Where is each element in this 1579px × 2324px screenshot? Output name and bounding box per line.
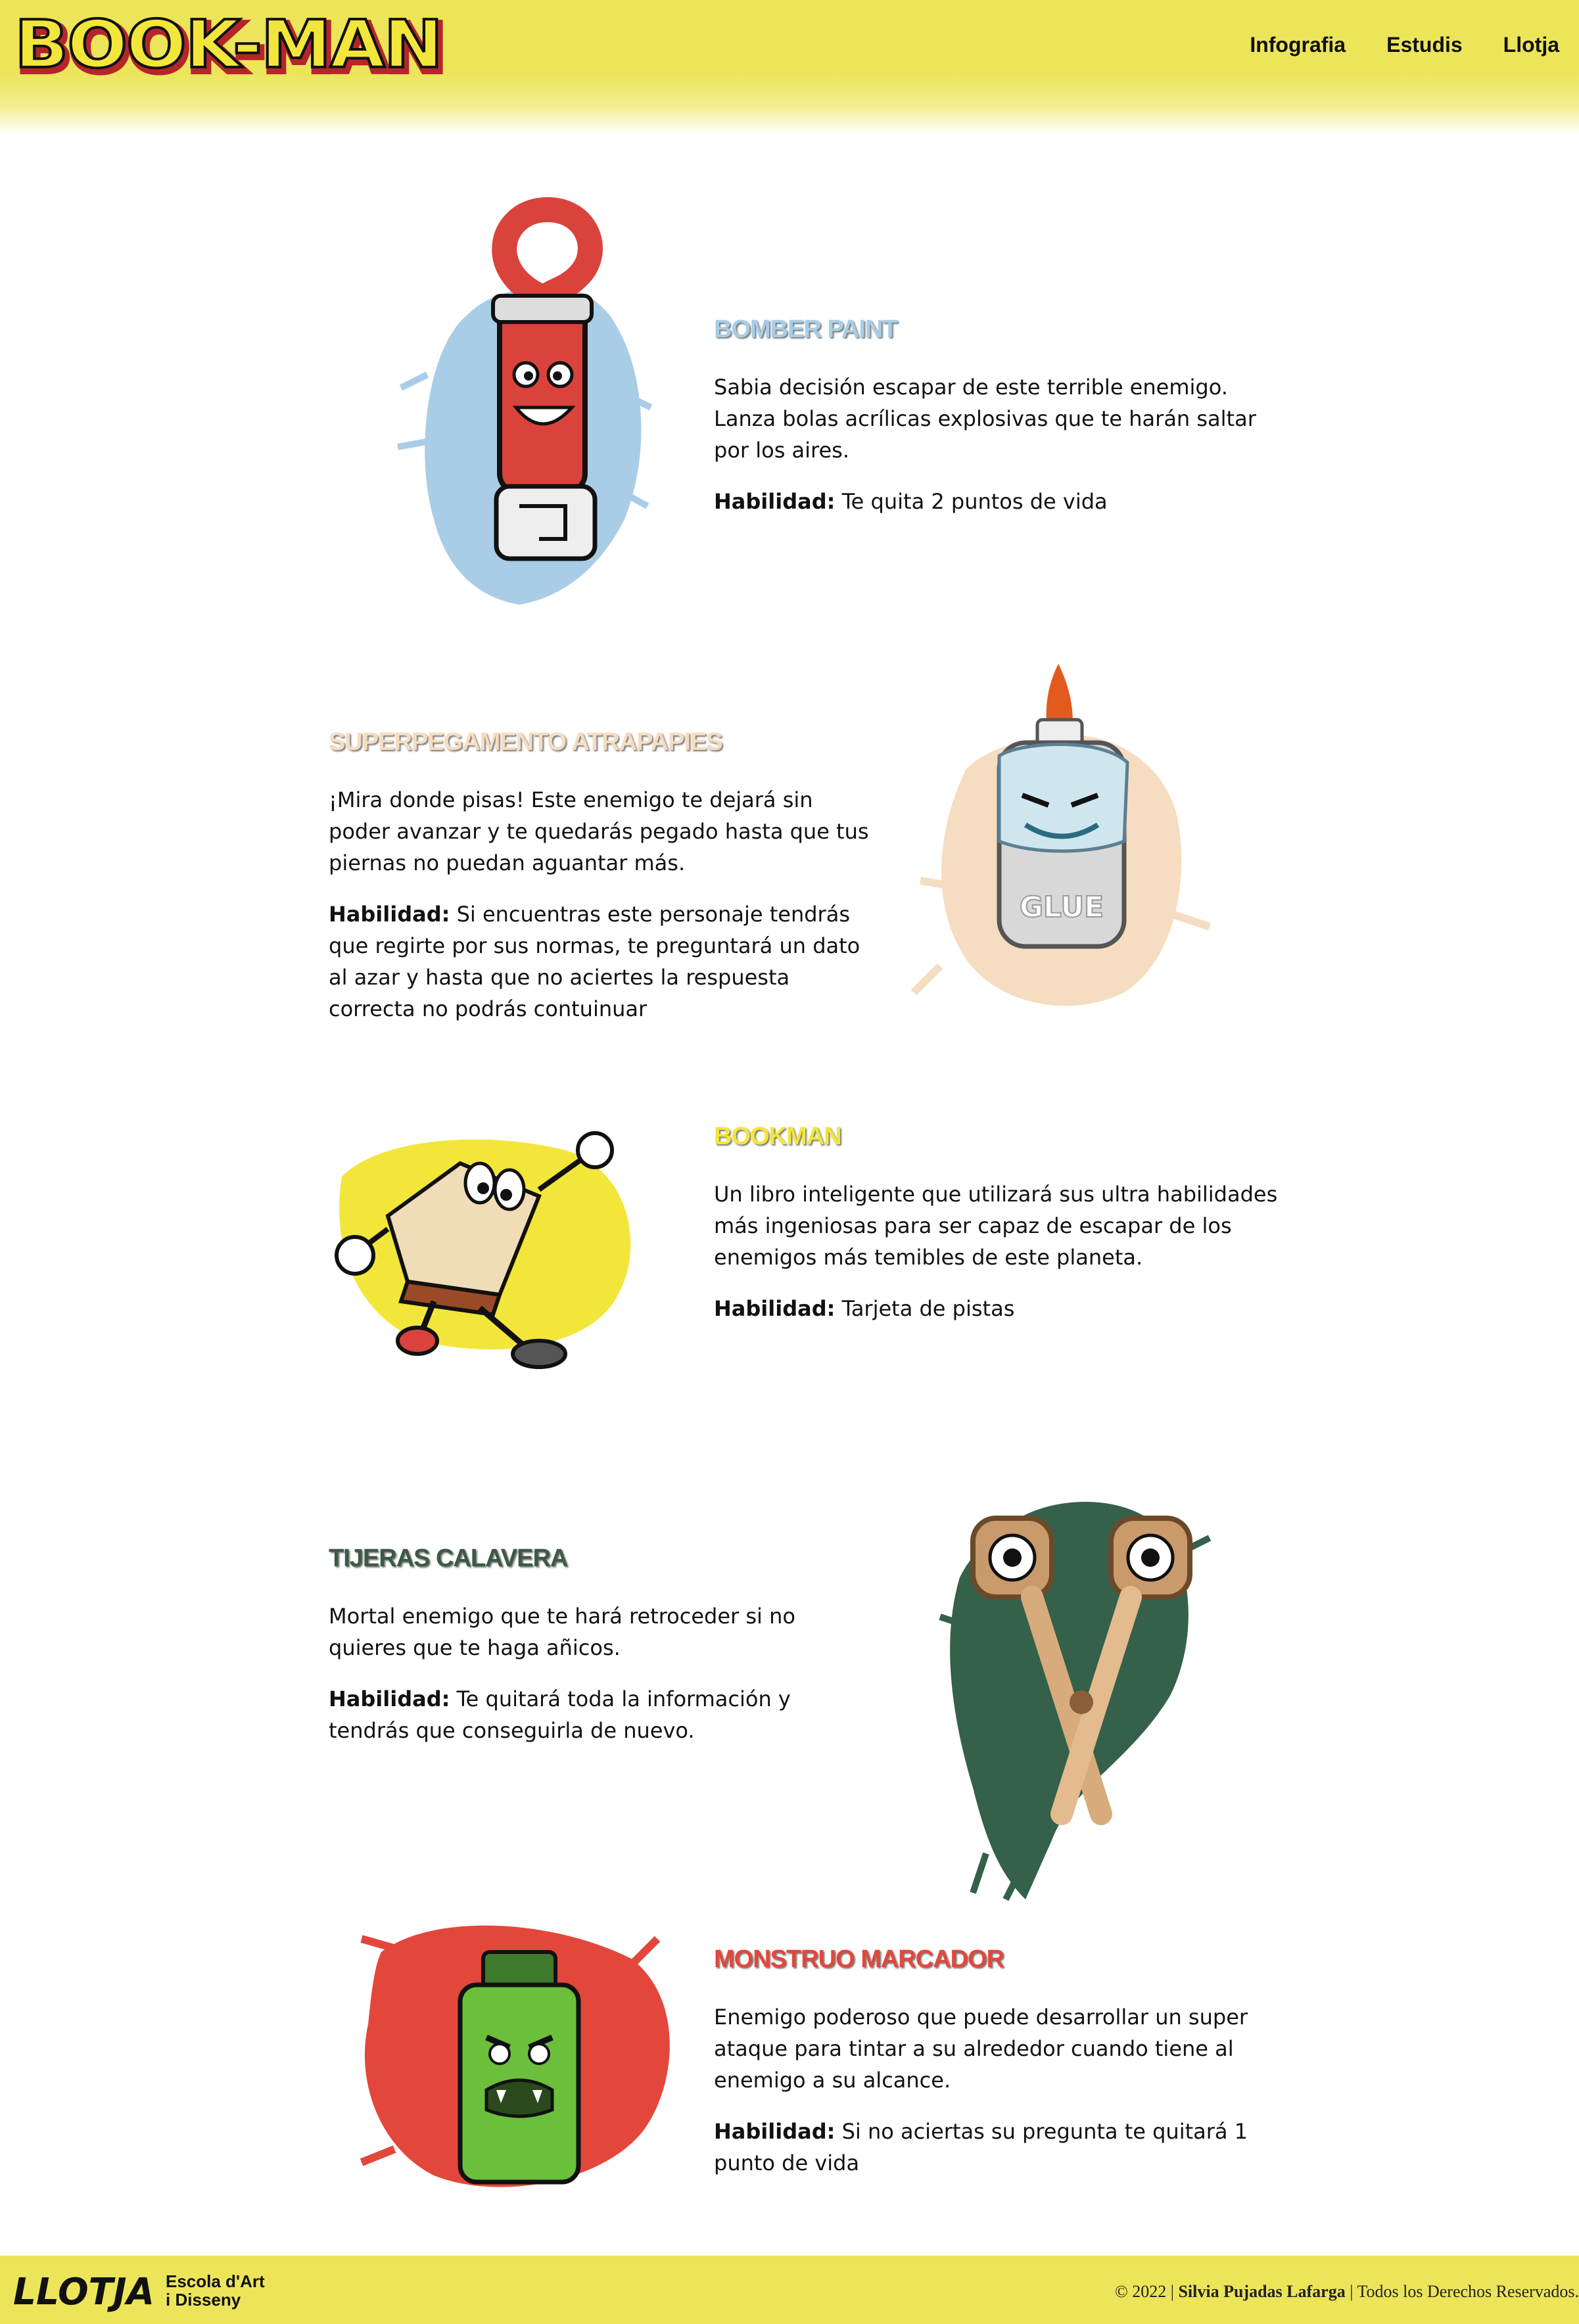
site-footer: LLOTJA Escola d'Art i Disseny © 2022 | S… (0, 2256, 1579, 2324)
character-tijeras-calavera: TIJERAS CALAVERA Mortal enemigo que te h… (0, 1446, 1579, 1906)
paint-tube-character-icon (397, 197, 653, 605)
character-bomber-paint: BOMBER PAINT Sabia decisión escapar de e… (0, 177, 1579, 638)
character-superpegamento: SUPERPEGAMENTO ATRAPAPIES ¡Mira donde pi… (0, 651, 1579, 1058)
svg-text:Escola d'Art: Escola d'Art (166, 2271, 265, 2291)
nav-infografia[interactable]: Infografia (1250, 33, 1346, 57)
character-description: ¡Mira donde pisas! Este enemigo te dejar… (329, 787, 869, 875)
svg-text:GLUE: GLUE (1020, 891, 1104, 924)
character-description: Sabia decisión escapar de este terrible … (714, 375, 1256, 463)
character-skill: Habilidad: Si no aciertas su pregunta te… (714, 2119, 1248, 2175)
scissors-character-icon (939, 1502, 1212, 1901)
nav-llotja[interactable]: Llotja (1503, 33, 1559, 57)
character-title: BOMBER PAINT (714, 315, 898, 343)
character-title: SUPERPEGAMENTO ATRAPAPIES (329, 728, 723, 756)
character-bookman: BOOKMAN Un libro inteligente que utiliza… (0, 1098, 1579, 1374)
character-title: TIJERAS CALAVERA (329, 1545, 568, 1572)
svg-text:BOOK-MAN: BOOK-MAN (14, 11, 442, 81)
bookman-logo[interactable]: BOOK-MAN BOOK-MAN (12, 11, 449, 81)
llotja-logo[interactable]: LLOTJA Escola d'Art i Disseny (13, 2267, 289, 2313)
character-title: BOOKMAN (714, 1123, 842, 1150)
character-description: Enemigo poderoso que puede desarrollar u… (714, 2005, 1248, 2093)
character-monstruo-marcador: MONSTRUO MARCADOR Enemigo poderoso que p… (0, 1913, 1579, 2202)
character-skill: Habilidad: Tarjeta de pistas (714, 1296, 1015, 1321)
main-nav: Infografia Estudis Llotja (1250, 33, 1559, 57)
character-skill: Habilidad: Te quita 2 puntos de vida (714, 489, 1108, 514)
book-character-icon (335, 1131, 631, 1369)
glue-bottle-character-icon: GLUE (910, 664, 1211, 1006)
character-description: Mortal enemigo que te hará retroceder si… (329, 1604, 795, 1660)
nav-estudis[interactable]: Estudis (1386, 33, 1463, 57)
character-skill: Habilidad: Te quitará toda la informació… (329, 1686, 791, 1743)
character-skill: Habilidad: Si encuentras este personaje … (329, 902, 860, 1021)
site-header: BOOK-MAN BOOK-MAN Infografia Estudis Llo… (0, 0, 1579, 135)
svg-text:i Disseny: i Disseny (166, 2290, 241, 2310)
svg-text:LLOTJA: LLOTJA (13, 2271, 154, 2313)
marker-monster-character-icon (360, 1925, 670, 2187)
copyright-notice: © 2022 | Silvia Pujadas Lafarga | Todos … (1114, 2282, 1579, 2301)
character-title: MONSTRUO MARCADOR (714, 1945, 1004, 1973)
character-description: Un libro inteligente que utilizará sus u… (714, 1182, 1278, 1270)
